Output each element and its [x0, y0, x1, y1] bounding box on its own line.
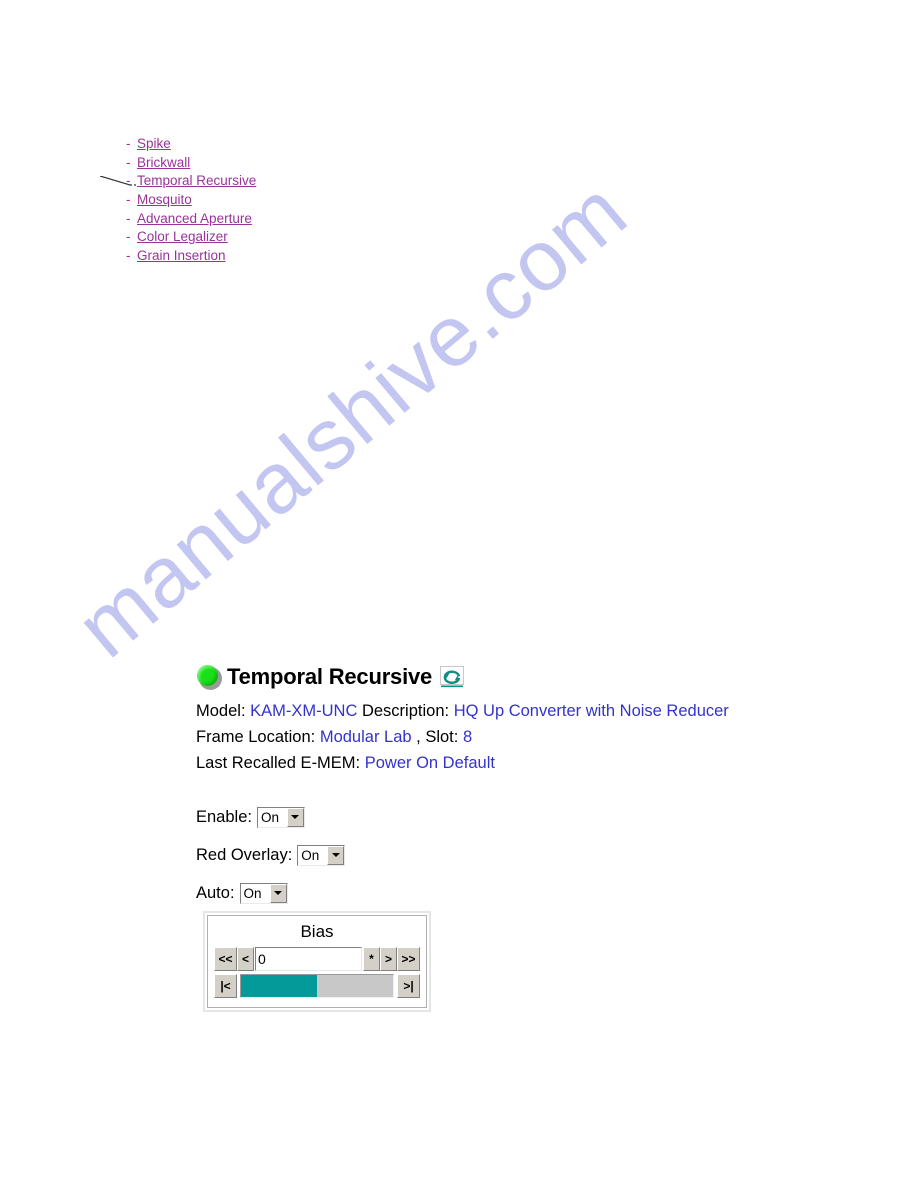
- emem-label: Last Recalled E-MEM:: [196, 754, 361, 772]
- description-label: Description:: [361, 702, 450, 720]
- sidebar-item-spike[interactable]: Spike: [137, 136, 171, 151]
- module-form: Enable: On Red Overlay: On Auto: On: [196, 798, 729, 912]
- sidebar-item-color-legalizer[interactable]: Color Legalizer: [137, 229, 228, 244]
- sidebar-item-advanced-aperture[interactable]: Advanced Aperture: [137, 211, 252, 226]
- enable-select-value: On: [257, 807, 287, 827]
- bias-title: Bias: [300, 922, 334, 941]
- bias-first-button[interactable]: <<: [214, 947, 237, 971]
- list-bullet: -: [126, 192, 131, 208]
- panel-header: Temporal Recursive: [196, 660, 729, 694]
- sidebar-item-temporal-recursive[interactable]: Temporal Recursive: [137, 173, 256, 188]
- page-title: Temporal Recursive: [227, 664, 433, 689]
- bias-value-input[interactable]: 0: [255, 947, 362, 971]
- auto-label: Auto:: [196, 883, 235, 902]
- slot-value: 8: [462, 728, 473, 746]
- sidebar-item-grain-insertion[interactable]: Grain Insertion: [137, 248, 226, 263]
- model-value: KAM-XM-UNC: [250, 702, 358, 720]
- bias-reset-button[interactable]: *: [363, 947, 380, 971]
- list-item[interactable]: - Color Legalizer: [126, 229, 256, 248]
- bias-slider-min-button[interactable]: |<: [214, 974, 237, 998]
- list-bullet: -: [126, 229, 131, 245]
- sidebar-item-brickwall[interactable]: Brickwall: [137, 155, 190, 170]
- list-item[interactable]: - Advanced Aperture: [126, 211, 256, 230]
- module-control-panel: Temporal Recursive Model: KAM-XM-UNC Des…: [196, 660, 729, 912]
- frame-location-label: Frame Location:: [196, 728, 316, 746]
- red-overlay-select-value: On: [298, 845, 328, 865]
- chevron-down-icon: [327, 845, 345, 865]
- list-bullet: -: [126, 210, 131, 226]
- list-bullet: -: [126, 248, 131, 264]
- red-overlay-label: Red Overlay:: [196, 845, 293, 864]
- related-links-list: - Spike - Brickwall - Temporal Recursive…: [126, 136, 256, 267]
- bias-control-group: Bias << < 0 * > >> |< >|: [203, 911, 431, 1012]
- model-label: Model:: [196, 702, 246, 720]
- model-line: Model: KAM-XM-UNC Description: HQ Up Con…: [196, 698, 729, 724]
- frame-location-line: Frame Location: Modular Lab , Slot: 8: [196, 724, 729, 750]
- slot-label: , Slot:: [416, 728, 459, 746]
- auto-row: Auto: On: [196, 874, 729, 912]
- bias-last-button[interactable]: >>: [397, 947, 420, 971]
- callout-leader-line: [100, 176, 136, 186]
- bias-slider-row: |< >|: [214, 974, 420, 998]
- enable-label: Enable:: [196, 807, 252, 826]
- list-bullet: -: [126, 136, 131, 151]
- bias-prev-button[interactable]: <: [237, 947, 254, 971]
- emem-value: Power On Default: [364, 754, 495, 772]
- description-value: HQ Up Converter with Noise Reducer: [453, 702, 729, 720]
- red-overlay-select[interactable]: On: [297, 844, 346, 866]
- enable-row: Enable: On: [196, 798, 729, 836]
- list-bullet: -: [126, 154, 131, 170]
- list-item[interactable]: - Temporal Recursive: [126, 173, 256, 192]
- bias-slider-max-button[interactable]: >|: [397, 974, 420, 998]
- sidebar-item-mosquito[interactable]: Mosquito: [137, 192, 192, 207]
- chevron-down-icon: [269, 883, 287, 903]
- green-led-icon: [196, 664, 222, 690]
- red-overlay-row: Red Overlay: On: [196, 836, 729, 874]
- emem-line: Last Recalled E-MEM: Power On Default: [196, 750, 729, 776]
- list-item[interactable]: - Grain Insertion: [126, 248, 256, 267]
- list-item[interactable]: - Brickwall: [126, 155, 256, 174]
- auto-select-value: On: [240, 883, 270, 903]
- bias-spinner-row: << < 0 * > >>: [214, 947, 420, 971]
- auto-select[interactable]: On: [239, 882, 288, 904]
- frame-location-value: Modular Lab: [319, 728, 412, 746]
- bias-next-button[interactable]: >: [380, 947, 397, 971]
- list-item[interactable]: - Mosquito: [126, 192, 256, 211]
- enable-select[interactable]: On: [256, 806, 305, 828]
- chevron-down-icon: [286, 807, 304, 827]
- module-info: Model: KAM-XM-UNC Description: HQ Up Con…: [196, 698, 729, 776]
- bias-slider-track[interactable]: [240, 974, 394, 998]
- refresh-icon[interactable]: [440, 666, 465, 688]
- list-item[interactable]: - Spike: [126, 136, 256, 155]
- bias-slider-fill: [241, 975, 317, 997]
